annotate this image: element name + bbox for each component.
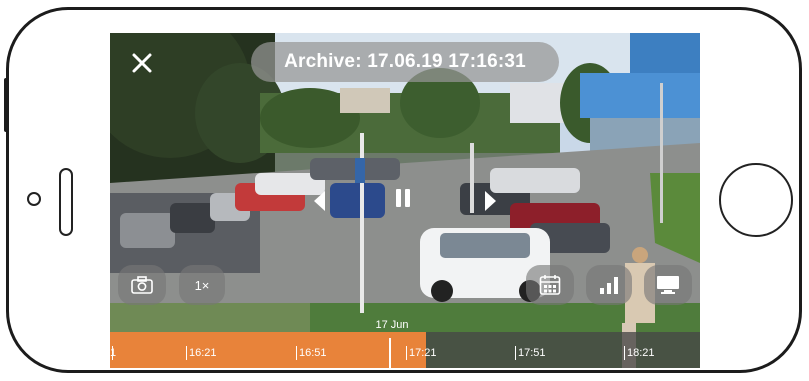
timeline-date: 17 Jun xyxy=(375,319,409,331)
timeline-tick-label: 1 xyxy=(110,347,117,359)
timeline-tick-label: 17:21 xyxy=(409,347,437,359)
signal-bars-icon xyxy=(600,277,618,294)
chevron-right-icon xyxy=(485,191,496,211)
recorded-segment xyxy=(110,332,426,368)
timeline-tick-label: 17:51 xyxy=(518,347,546,359)
calendar-button[interactable] xyxy=(526,265,574,305)
snapshot-button[interactable] xyxy=(118,265,166,305)
archive-timeline[interactable]: 1 16:21 16:51 17:21 17:51 18:21 xyxy=(110,332,700,368)
phone-speaker xyxy=(59,168,73,236)
timeline-tick-label: 18:21 xyxy=(627,347,655,359)
monitor-icon xyxy=(657,276,679,294)
chevron-left-icon xyxy=(314,191,325,211)
calendar-icon xyxy=(539,275,561,295)
phone-camera-dot xyxy=(27,192,41,206)
close-icon xyxy=(132,53,152,73)
timeline-playhead[interactable] xyxy=(389,338,391,368)
next-frame-button[interactable] xyxy=(483,190,497,217)
phone-side-button xyxy=(4,78,9,132)
phone-home-button[interactable] xyxy=(719,163,793,237)
camera-icon xyxy=(131,276,153,294)
display-mode-button[interactable] xyxy=(644,265,692,305)
pause-icon xyxy=(396,189,401,207)
playback-speed-button[interactable]: 1× xyxy=(179,265,225,305)
pause-button[interactable] xyxy=(394,187,412,209)
timeline-tick-label: 16:51 xyxy=(299,347,327,359)
previous-frame-button[interactable] xyxy=(313,190,327,217)
quality-button[interactable] xyxy=(586,265,632,305)
video-player: Archive: 17.06.19 17:16:31 1× 17 Jun 1 1… xyxy=(110,33,700,368)
pause-icon xyxy=(405,189,410,207)
archive-timestamp: Archive: 17.06.19 17:16:31 xyxy=(251,42,559,82)
timeline-tick-label: 16:21 xyxy=(189,347,217,359)
close-button[interactable] xyxy=(128,49,156,77)
